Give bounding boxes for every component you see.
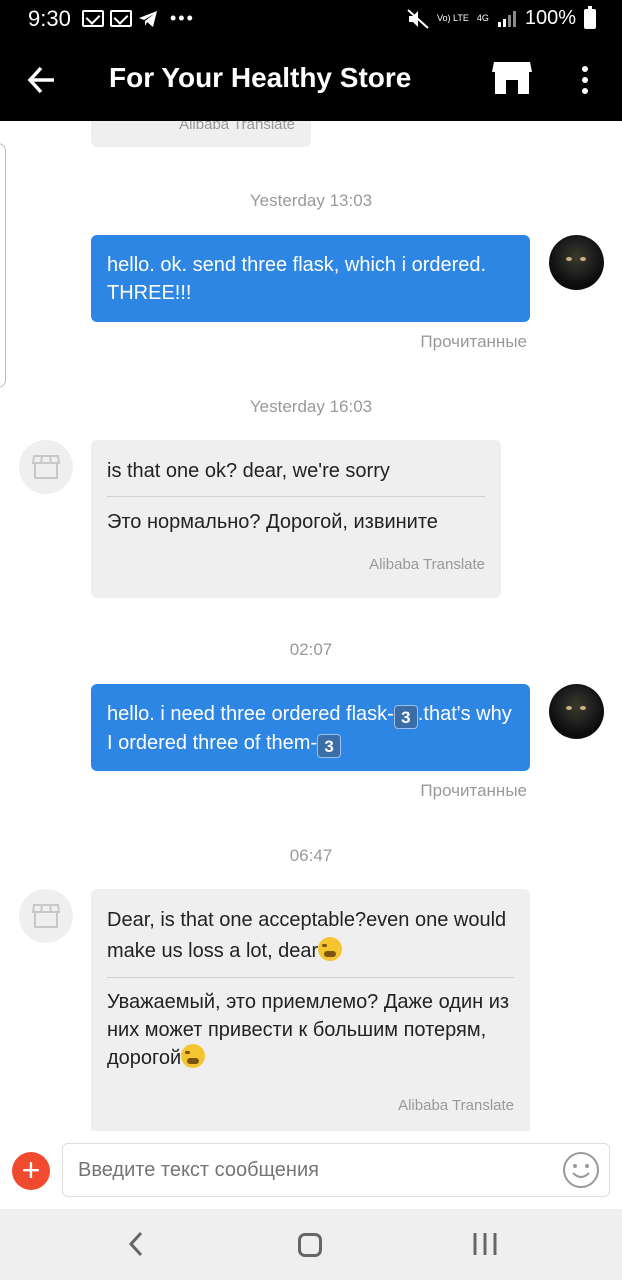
translation-divider xyxy=(107,496,485,497)
message-text: is that one ok? dear, we're sorry xyxy=(107,460,390,482)
message-timestamp: Yesterday 16:03 xyxy=(249,397,373,416)
message-text: hello. ok. send three flask, which i ord… xyxy=(107,254,487,304)
more-vertical-icon[interactable] xyxy=(572,60,598,100)
message-input[interactable] xyxy=(62,1143,610,1197)
incoming-message-bubble[interactable]: is that one ok? dear, we're sorry Это но… xyxy=(91,440,501,598)
shop-icon[interactable] xyxy=(490,58,534,98)
message-text-part: hello. i need three ordered flask- xyxy=(107,703,394,725)
network-type-icon: 4G xyxy=(476,13,489,23)
translate-label: Alibaba Translate xyxy=(398,1097,514,1114)
user-avatar[interactable] xyxy=(549,235,604,290)
volte-icon: Vo) LTE xyxy=(436,13,469,23)
outgoing-message-bubble[interactable]: hello. ok. send three flask, which i ord… xyxy=(91,235,530,322)
nav-back-icon[interactable] xyxy=(126,1229,146,1259)
keycap-three-emoji: 3 xyxy=(393,705,418,729)
status-bar: 9:30 ••• Vo) LTE 4G 100% xyxy=(0,0,622,38)
mail-icon xyxy=(82,10,104,27)
avatar-eye xyxy=(580,257,586,261)
telegram-icon xyxy=(139,10,157,27)
mail-icon xyxy=(110,10,132,27)
store-title[interactable]: For Your Healthy Store xyxy=(109,62,411,94)
avatar-eye xyxy=(566,706,572,710)
chat-history[interactable]: Alibaba Translate Yesterday 13:03 hello.… xyxy=(0,121,622,1131)
store-icon xyxy=(32,455,60,479)
keycap-three-emoji: 3 xyxy=(317,734,342,758)
store-avatar[interactable] xyxy=(19,889,73,943)
message-composer: + xyxy=(0,1131,622,1209)
avatar-eye xyxy=(580,706,586,710)
translate-label: Alibaba Translate xyxy=(369,556,485,573)
battery-icon xyxy=(584,5,596,29)
app-header: For Your Healthy Store xyxy=(0,38,622,121)
message-timestamp: 06:47 xyxy=(289,846,333,865)
notification-icons: ••• xyxy=(82,8,195,29)
user-avatar[interactable] xyxy=(549,684,604,739)
more-notifications-icon: ••• xyxy=(170,8,195,28)
system-nav-bar xyxy=(0,1209,622,1280)
translate-label: Alibaba Translate xyxy=(179,121,295,133)
message-timestamp: Yesterday 13:03 xyxy=(249,191,373,210)
signal-icon xyxy=(497,10,516,27)
message-text: Dear, is that one acceptable?even one wo… xyxy=(107,909,507,962)
read-status: Прочитанные xyxy=(420,332,527,351)
mute-icon xyxy=(407,8,429,29)
outgoing-message-bubble[interactable]: hello. i need three ordered flask- 3 .that… xyxy=(91,684,530,771)
back-arrow-icon[interactable] xyxy=(22,60,62,100)
system-icons: Vo) LTE 4G 100% xyxy=(407,5,596,30)
nav-recent-apps-icon[interactable] xyxy=(472,1231,498,1257)
plus-icon[interactable]: + xyxy=(12,1152,50,1190)
store-avatar[interactable] xyxy=(19,440,73,494)
translated-text: Уважаемый, это приемлемо? Даже один из н… xyxy=(107,991,510,1069)
grimacing-face-emoji xyxy=(181,1044,206,1068)
read-status: Прочитанные xyxy=(420,781,527,800)
nav-home-icon[interactable] xyxy=(298,1233,322,1257)
smiley-icon[interactable] xyxy=(562,1151,600,1189)
incoming-message-bubble[interactable]: Dear, is that one acceptable?even one wo… xyxy=(91,889,530,1131)
status-time: 9:30 xyxy=(28,6,71,31)
translated-text: Это нормально? Дорогой, извините xyxy=(107,511,438,533)
avatar-eye xyxy=(566,257,572,261)
store-icon xyxy=(32,904,60,928)
translation-divider xyxy=(107,977,514,978)
message-timestamp: 02:07 xyxy=(289,640,333,659)
scroll-edge xyxy=(0,143,6,388)
grimacing-face-emoji xyxy=(318,937,343,961)
previous-message-bubble: Alibaba Translate xyxy=(91,121,311,147)
battery-percent: 100% xyxy=(524,7,576,29)
